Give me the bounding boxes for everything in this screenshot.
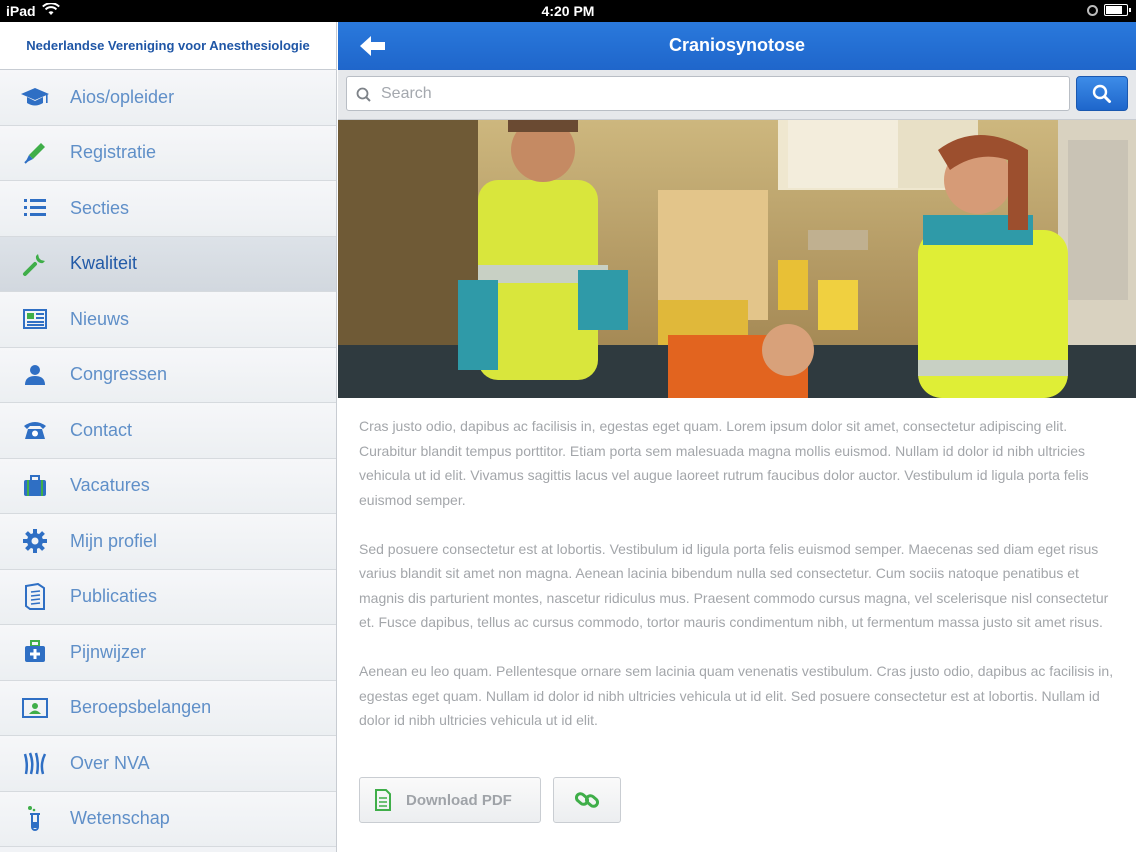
link-button[interactable]	[553, 777, 621, 823]
article-body: Cras justo odio, dapibus ac facilisis in…	[359, 414, 1115, 757]
test-tube-icon	[20, 804, 50, 834]
paragraph: Cras justo odio, dapibus ac facilisis in…	[359, 418, 1089, 508]
sidebar-item-registratie[interactable]: Registratie	[0, 125, 336, 181]
document-icon	[375, 789, 391, 811]
sidebar-item-nieuws[interactable]: Nieuws	[0, 292, 336, 348]
sidebar-item-label: Kwaliteit	[70, 253, 138, 274]
sidebar-item-congressen[interactable]: Congressen	[0, 347, 336, 403]
page-title: Craniosynotose	[668, 35, 806, 55]
list-icon	[20, 193, 50, 223]
sidebar-item-label: Secties	[70, 197, 130, 218]
wrench-icon	[20, 249, 50, 279]
sidebar-item-vacatures[interactable]: Vacatures	[0, 458, 336, 514]
sidebar-item-pijnwijzer[interactable]: Pijnwijzer	[0, 625, 336, 681]
sidebar: Nederlandse Vereniging voor Anesthesiolo…	[0, 22, 337, 852]
sidebar-item-label: Wetenschap	[70, 808, 170, 829]
sidebar-item-label: Registratie	[70, 142, 157, 163]
person-icon	[20, 360, 50, 390]
sidebar-item-contact[interactable]: Contact	[0, 403, 336, 459]
paragraph: Aenean eu leo quam. Pellentesque ornare …	[359, 663, 1114, 728]
search-bar	[338, 70, 1136, 120]
medical-kit-icon	[20, 637, 50, 667]
navigation-bar: Craniosynotose	[338, 22, 1136, 70]
organization-name: Nederlandse Vereniging voor Anesthesiolo…	[0, 22, 336, 70]
graduation-cap-icon	[20, 82, 50, 112]
telephone-icon	[20, 415, 50, 445]
document-icon	[20, 582, 50, 612]
download-pdf-label: Download PDF	[406, 791, 512, 809]
sidebar-item-label: Congressen	[70, 364, 168, 385]
nva-logo-icon	[20, 748, 50, 778]
sidebar-menu: Aios/opleider Registratie Secties Kwalit…	[0, 70, 336, 847]
paragraph: Sed posuere consectetur est at lobortis.…	[359, 540, 1109, 631]
sidebar-item-label: Beroepsbelangen	[70, 697, 212, 718]
sidebar-item-mijn-profiel[interactable]: Mijn profiel	[0, 514, 336, 570]
rotation-lock-icon	[1087, 4, 1098, 16]
battery-icon	[1104, 4, 1131, 16]
sidebar-item-label: Contact	[70, 419, 133, 440]
gear-icon	[20, 526, 50, 556]
pen-icon	[20, 138, 50, 168]
sidebar-item-wetenschap[interactable]: Wetenschap	[0, 791, 336, 847]
search-input[interactable]	[381, 77, 1061, 110]
link-icon	[574, 792, 600, 808]
sidebar-item-label: Publicaties	[70, 586, 158, 607]
sidebar-item-publicaties[interactable]: Publicaties	[0, 569, 336, 625]
search-icon	[1092, 84, 1111, 103]
hero-image	[338, 120, 1136, 398]
status-bar: iPad 4:20 PM	[0, 0, 1136, 22]
sidebar-item-label: Mijn profiel	[70, 530, 158, 551]
sidebar-item-label: Over NVA	[70, 752, 150, 773]
sidebar-item-label: Vacatures	[70, 475, 150, 496]
search-icon	[356, 87, 372, 108]
briefcase-icon	[20, 471, 50, 501]
action-buttons: Download PDF	[359, 777, 621, 823]
detail-pane: Craniosynotose Search Cras justo odio, d…	[338, 22, 1136, 852]
search-button[interactable]	[1076, 76, 1128, 111]
sidebar-item-secties[interactable]: Secties	[0, 181, 336, 237]
clock: 4:20 PM	[541, 3, 595, 19]
sidebar-item-kwaliteit[interactable]: Kwaliteit	[0, 236, 336, 292]
sidebar-item-aios-opleider[interactable]: Aios/opleider	[0, 70, 336, 126]
sidebar-item-label: Nieuws	[70, 308, 130, 329]
newspaper-icon	[20, 304, 50, 334]
sidebar-item-over-nva[interactable]: Over NVA	[0, 736, 336, 792]
search-field	[346, 76, 1070, 111]
sidebar-item-label: Pijnwijzer	[70, 641, 147, 662]
id-card-icon	[20, 693, 50, 723]
sidebar-item-label: Aios/opleider	[70, 86, 175, 107]
paramedics-with-patient-photo	[338, 120, 1136, 398]
download-pdf-button[interactable]: Download PDF	[359, 777, 541, 823]
sidebar-item-beroepsbelangen[interactable]: Beroepsbelangen	[0, 680, 336, 736]
